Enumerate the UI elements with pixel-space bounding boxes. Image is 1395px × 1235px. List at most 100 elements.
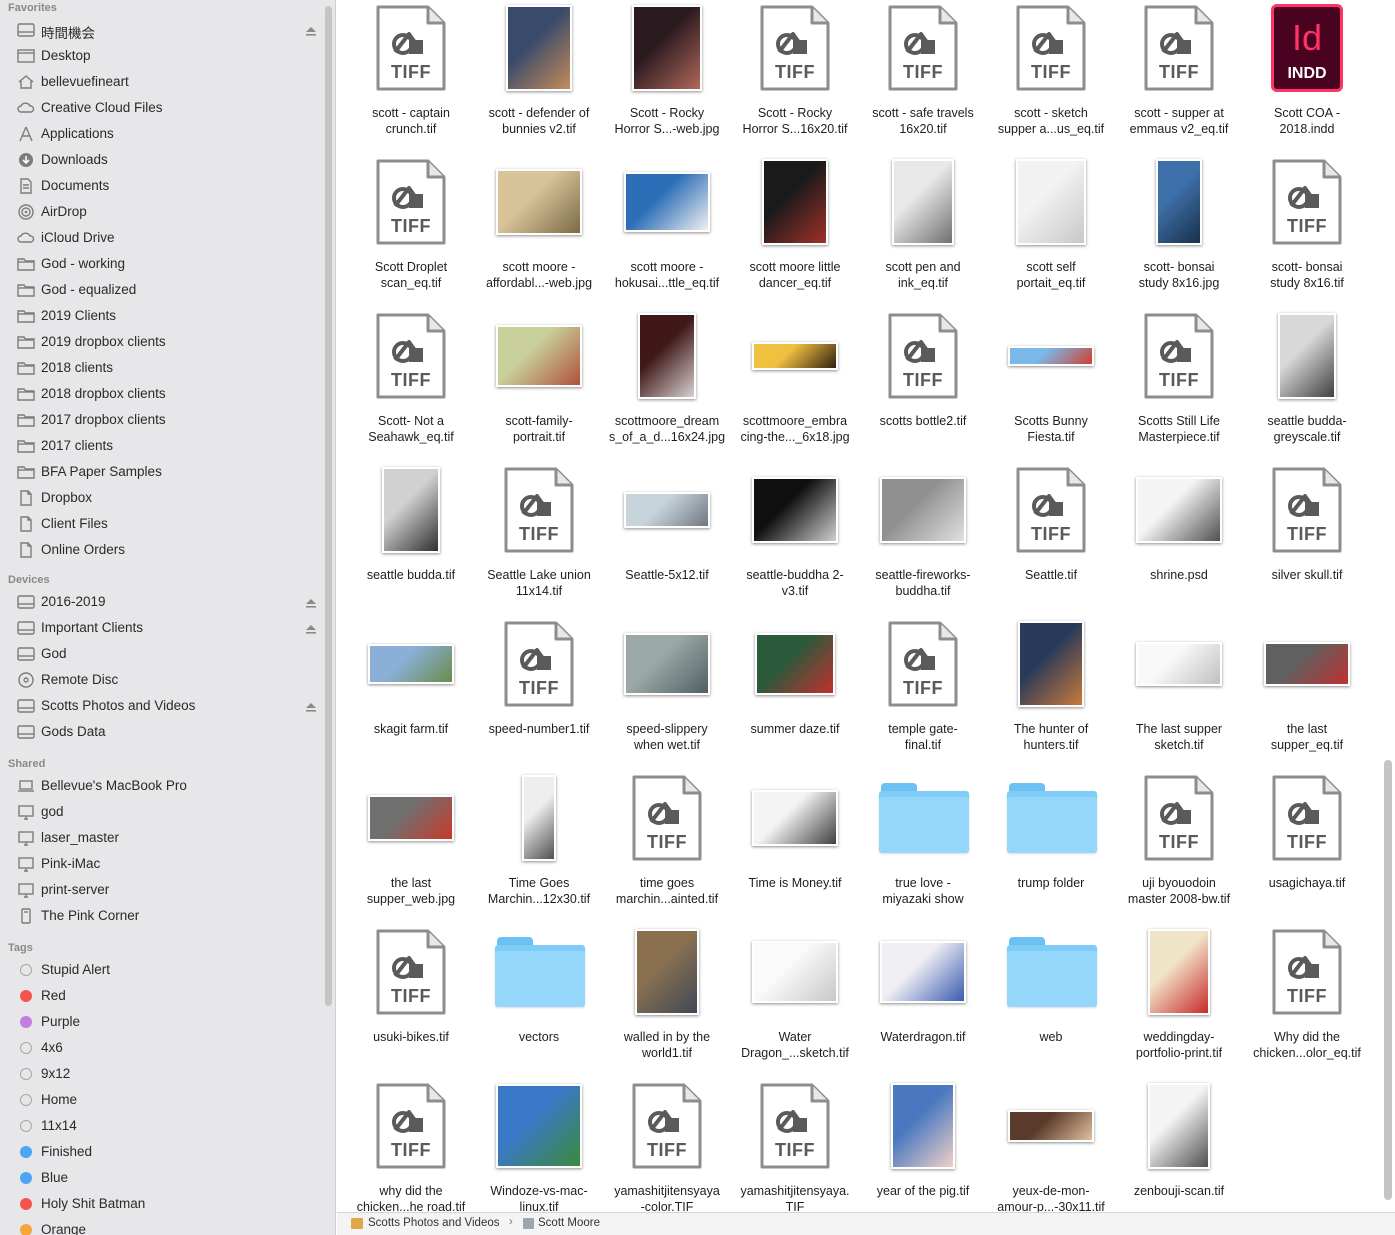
sidebar-item[interactable]: 9x12 — [0, 1061, 324, 1087]
sidebar-item[interactable]: Purple — [0, 1009, 324, 1035]
sidebar-item[interactable]: Desktop — [0, 43, 324, 69]
sidebar-item[interactable]: print-server — [0, 877, 324, 903]
file-item[interactable]: TIFF scott - sketch supper a...us_eq.tif — [987, 0, 1115, 154]
sidebar-item[interactable]: iCloud Drive — [0, 225, 324, 251]
sidebar-item[interactable]: Pink-iMac — [0, 851, 324, 877]
sidebar-item[interactable]: God - equalized — [0, 277, 324, 303]
sidebar-item[interactable]: The Pink Corner — [0, 903, 324, 929]
sidebar-item[interactable]: God - working — [0, 251, 324, 277]
file-item[interactable]: The hunter of hunters.tif — [987, 616, 1115, 770]
file-item[interactable]: Water Dragon_...sketch.tif — [731, 924, 859, 1078]
sidebar-item[interactable]: Client Files — [0, 511, 324, 537]
file-item[interactable]: seattle-fireworks-buddha.tif — [859, 462, 987, 616]
sidebar-item[interactable]: Documents — [0, 173, 324, 199]
file-item[interactable]: TIFF scotts bottle2.tif — [859, 308, 987, 462]
sidebar-item[interactable]: Remote Disc — [0, 667, 324, 693]
file-item[interactable]: TIFF temple gate-final.tif — [859, 616, 987, 770]
sidebar-item[interactable]: 2016-2019 — [0, 589, 324, 615]
sidebar-item[interactable]: Gods Data — [0, 719, 324, 745]
file-item[interactable]: shrine.psd — [1115, 462, 1243, 616]
sidebar-item[interactable]: 2019 dropbox clients — [0, 329, 324, 355]
sidebar-item[interactable]: 時間機会 — [0, 17, 324, 43]
file-item[interactable]: TIFF silver skull.tif — [1243, 462, 1371, 616]
file-item[interactable]: Id INDD Scott COA -2018.indd — [1243, 0, 1371, 154]
sidebar-item[interactable]: Orange — [0, 1217, 324, 1235]
file-item[interactable]: TIFF time goes marchin...ainted.tif — [603, 770, 731, 924]
eject-icon[interactable] — [305, 622, 317, 634]
content-scrollbar[interactable] — [1384, 760, 1392, 1200]
file-item[interactable]: scott - defender of bunnies v2.tif — [475, 0, 603, 154]
file-item[interactable]: seattle-buddha 2- v3.tif — [731, 462, 859, 616]
file-item[interactable]: weddingday-portfolio-print.tif — [1115, 924, 1243, 1078]
sidebar-item[interactable]: laser_master — [0, 825, 324, 851]
file-item[interactable]: TIFF yamashitjitensyaya -color.TIF — [603, 1078, 731, 1212]
file-item[interactable]: zenbouji-scan.tif — [1115, 1078, 1243, 1212]
sidebar-item[interactable]: Scotts Photos and Videos — [0, 693, 324, 719]
eject-icon[interactable] — [305, 596, 317, 608]
sidebar-item[interactable]: Important Clients — [0, 615, 324, 641]
file-item[interactable]: Scott - Rocky Horror S...-web.jpg — [603, 0, 731, 154]
path-segment-drive[interactable]: Scotts Photos and Videos — [368, 1217, 500, 1229]
file-item[interactable]: scott-family-portrait.tif — [475, 308, 603, 462]
file-item[interactable]: TIFF Scotts Still Life Masterpiece.tif — [1115, 308, 1243, 462]
file-item[interactable]: scott moore - affordabl...-web.jpg — [475, 154, 603, 308]
file-item[interactable]: TIFF Scott- Not a Seahawk_eq.tif — [347, 308, 475, 462]
file-item[interactable]: seattle budda-greyscale.tif — [1243, 308, 1371, 462]
file-item[interactable]: scott pen and ink_eq.tif — [859, 154, 987, 308]
file-item[interactable]: the last supper_eq.tif — [1243, 616, 1371, 770]
sidebar-item[interactable]: Finished — [0, 1139, 324, 1165]
sidebar-item[interactable]: Creative Cloud Files — [0, 95, 324, 121]
file-item[interactable]: web — [987, 924, 1115, 1078]
sidebar-item[interactable]: Holy Shit Batman — [0, 1191, 324, 1217]
sidebar-item[interactable]: 11x14 — [0, 1113, 324, 1139]
file-item[interactable]: TIFF usagichaya.tif — [1243, 770, 1371, 924]
file-item[interactable]: the last supper_web.jpg — [347, 770, 475, 924]
sidebar-item[interactable]: 2017 clients — [0, 433, 324, 459]
file-item[interactable]: TIFF scott- bonsai study 8x16.tif — [1243, 154, 1371, 308]
file-item[interactable]: TIFF Why did the chicken...olor_eq.tif — [1243, 924, 1371, 1078]
sidebar-item[interactable]: 2017 dropbox clients — [0, 407, 324, 433]
file-item[interactable]: TIFF scott - captain crunch.tif — [347, 0, 475, 154]
sidebar-item[interactable]: AirDrop — [0, 199, 324, 225]
sidebar-item[interactable]: Red — [0, 983, 324, 1009]
sidebar-item[interactable]: 2018 dropbox clients — [0, 381, 324, 407]
file-item[interactable]: TIFF scott - supper at emmaus v2_eq.tif — [1115, 0, 1243, 154]
sidebar-item[interactable]: god — [0, 799, 324, 825]
file-item[interactable]: TIFF uji byouodoin master 2008-bw.tif — [1115, 770, 1243, 924]
file-item[interactable]: seattle budda.tif — [347, 462, 475, 616]
file-item[interactable]: TIFF why did the chicken...he road.tif — [347, 1078, 475, 1212]
file-item[interactable]: Scotts Bunny Fiesta.tif — [987, 308, 1115, 462]
file-item[interactable]: TIFF scott - safe travels 16x20.tif — [859, 0, 987, 154]
file-item[interactable]: scott- bonsai study 8x16.jpg — [1115, 154, 1243, 308]
eject-icon[interactable] — [305, 24, 317, 36]
file-item[interactable]: TIFF Scott - Rocky Horror S...16x20.tif — [731, 0, 859, 154]
file-item[interactable]: TIFF Seattle.tif — [987, 462, 1115, 616]
sidebar-item[interactable]: 4x6 — [0, 1035, 324, 1061]
sidebar-item[interactable]: BFA Paper Samples — [0, 459, 324, 485]
file-item[interactable]: TIFF speed-number1.tif — [475, 616, 603, 770]
sidebar-item[interactable]: Stupid Alert — [0, 957, 324, 983]
file-item[interactable]: year of the pig.tif — [859, 1078, 987, 1212]
file-item[interactable]: trump folder — [987, 770, 1115, 924]
sidebar-item[interactable]: 2018 clients — [0, 355, 324, 381]
file-item[interactable]: walled in by the world1.tif — [603, 924, 731, 1078]
file-item[interactable]: Seattle-5x12.tif — [603, 462, 731, 616]
file-item[interactable]: Waterdragon.tif — [859, 924, 987, 1078]
file-item[interactable]: scott moore - hokusai...ttle_eq.tif — [603, 154, 731, 308]
sidebar-item[interactable]: Online Orders — [0, 537, 324, 563]
file-item[interactable]: TIFF Seattle Lake union 11x14.tif — [475, 462, 603, 616]
file-item[interactable]: yeux-de-mon-amour-p...-30x11.tif — [987, 1078, 1115, 1212]
path-segment-folder[interactable]: Scott Moore — [538, 1217, 600, 1229]
sidebar-item[interactable]: Dropbox — [0, 485, 324, 511]
file-item[interactable]: vectors — [475, 924, 603, 1078]
sidebar-item[interactable]: God — [0, 641, 324, 667]
file-item[interactable]: speed-slippery when wet.tif — [603, 616, 731, 770]
file-item[interactable]: skagit farm.tif — [347, 616, 475, 770]
sidebar-item[interactable]: bellevuefineart — [0, 69, 324, 95]
file-item[interactable]: TIFF Scott Droplet scan_eq.tif — [347, 154, 475, 308]
file-item[interactable]: scott moore little dancer_eq.tif — [731, 154, 859, 308]
file-item[interactable]: The last supper sketch.tif — [1115, 616, 1243, 770]
file-item[interactable]: true love - miyazaki show — [859, 770, 987, 924]
file-item[interactable]: TIFF yamashitjitensyaya. TIF — [731, 1078, 859, 1212]
file-item[interactable]: TIFF usuki-bikes.tif — [347, 924, 475, 1078]
